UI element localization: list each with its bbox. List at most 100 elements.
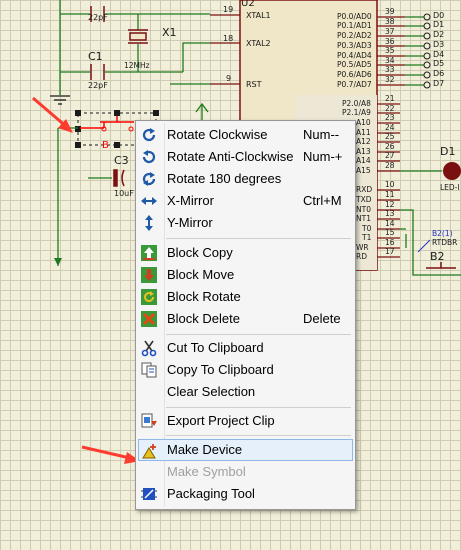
menu-item-make-device[interactable]: Make Device [138,439,353,461]
port2-pin-num: 23 [385,113,395,122]
port3-pin-num: 11 [385,190,395,199]
b2-value: RTDBR [432,238,458,247]
x-mirror-icon [140,192,158,210]
menu-item-packaging-tool[interactable]: Packaging Tool [138,483,353,505]
led-ref: D1 [440,145,456,158]
button-ref: B [102,140,109,151]
port2-pin-num: 27 [385,151,395,160]
led-d1[interactable] [400,162,461,180]
port3-pin-label: NT0 [356,205,371,214]
net-label: D3 [433,40,445,49]
menu-item-label: Make Symbol [167,464,246,479]
net-label: D1 [433,20,445,29]
menu-item-rotate-clockwise[interactable]: Rotate Clockwise Num-- [138,124,353,146]
port3-pin-label: T0 [362,224,372,233]
menu-separator [166,334,351,335]
chip-pin-xtal1: XTAL1 [246,11,271,20]
make-device-icon [141,442,159,460]
menu-item-label: Block Copy [167,245,233,260]
cap-c1-value: 22pF [88,81,108,90]
b2-ref: B2 [430,250,445,263]
port0-pin-label: P0.5/AD5 [337,60,372,69]
crystal-x1[interactable] [128,29,148,44]
menu-item-shortcut: Num-+ [303,149,343,164]
net-label: D2 [433,30,445,39]
port3-pin-num: 14 [385,219,395,228]
export-clip-icon [140,412,158,430]
cap-c3-value: 10uF [114,189,134,198]
port2-pin-num: 22 [385,104,395,113]
chip-pin-rst: RST [246,80,262,89]
port0-pin-label: P0.1/AD1 [337,21,372,30]
ground-symbol [50,95,70,105]
menu-item-label: Y-Mirror [167,215,213,230]
port0-pin-label: P0.3/AD3 [337,41,372,50]
port3-pin-num: 15 [385,228,395,237]
cap-top-value: 22pF [88,13,108,22]
port2-pin-label: A11 [356,128,371,137]
menu-item-label: Copy To Clipboard [167,362,274,377]
port0-pin-num: 36 [385,37,395,46]
y-mirror-icon [140,214,158,232]
led-value: LED-I [440,183,460,192]
rotate-anticlockwise-icon [140,148,158,166]
menu-item-block-rotate[interactable]: Block Rotate [138,286,353,308]
menu-item-label: Block Move [167,267,235,282]
packaging-tool-icon [140,485,158,503]
scissors-icon [140,339,158,357]
menu-item-label: Export Project Clip [167,413,275,428]
context-menu[interactable]: Rotate Clockwise Num-- Rotate Anti-Clock… [135,120,356,510]
cap-c1[interactable] [90,64,105,80]
port0-pin-num: 35 [385,46,395,55]
net-label: D6 [433,69,445,78]
menu-separator [166,435,351,436]
chip-pin-xtal2-num: 18 [223,34,234,43]
port3-pin-num: 10 [385,180,395,189]
menu-item-cut[interactable]: Cut To Clipboard [138,337,353,359]
menu-item-block-move[interactable]: Block Move [138,264,353,286]
port3-pin-label: TXD [356,195,372,204]
port2-pin-label: P2.0/A8 [342,99,371,108]
port3-pin-label: T1 [362,233,372,242]
port0-pin-num: 39 [385,7,395,16]
port2-pin-num: 24 [385,123,395,132]
menu-item-rotate-180[interactable]: Rotate 180 degrees [138,168,353,190]
cap-c3[interactable] [113,169,125,187]
menu-item-clear-selection[interactable]: Clear Selection [138,381,353,403]
chip-pin-xtal2: XTAL2 [246,39,271,48]
menu-item-x-mirror[interactable]: X-Mirror Ctrl+M [138,190,353,212]
copy-icon [140,361,158,379]
net-label: D5 [433,59,445,68]
port3-pin-label: NT1 [356,214,371,223]
menu-item-export-project-clip[interactable]: Export Project Clip [138,410,353,432]
crystal-value: 12MHz [124,61,150,70]
menu-item-label: Make Device [167,442,243,457]
rotate-180-icon [140,170,158,188]
menu-item-y-mirror[interactable]: Y-Mirror [138,212,353,234]
port3-pin-label: WR [356,243,369,252]
menu-item-copy[interactable]: Copy To Clipboard [138,359,353,381]
ground-arrow-icon [54,258,62,266]
menu-item-shortcut: Delete [303,311,341,326]
menu-item-make-symbol[interactable]: Make Symbol [138,461,353,483]
chip-ref-label: U2 [241,0,255,9]
net-label: D7 [433,79,445,88]
port0-pin-label: P0.7/AD7 [337,80,372,89]
chip-pin-rst-num: 9 [226,74,232,83]
port0-pin-num: 38 [385,17,395,26]
menu-item-label: Clear Selection [167,384,256,399]
menu-item-label: Block Rotate [167,289,241,304]
menu-item-rotate-anticlockwise[interactable]: Rotate Anti-Clockwise Num-+ [138,146,353,168]
port2-pin-label: A10 [356,118,371,127]
menu-item-block-copy[interactable]: Block Copy [138,242,353,264]
port0-wires [405,16,424,86]
menu-item-label: Block Delete [167,311,240,326]
port3-pin-label: RXD [356,185,373,194]
oscillator-wiring [59,0,210,95]
menu-item-block-delete[interactable]: Block Delete Delete [138,308,353,330]
port2-pin-label: P2.1/A9 [342,108,371,117]
menu-separator [166,407,351,408]
menu-item-label: Rotate 180 degrees [167,171,282,186]
port3-pin-num: 16 [385,238,395,247]
net-terminals [423,13,431,89]
